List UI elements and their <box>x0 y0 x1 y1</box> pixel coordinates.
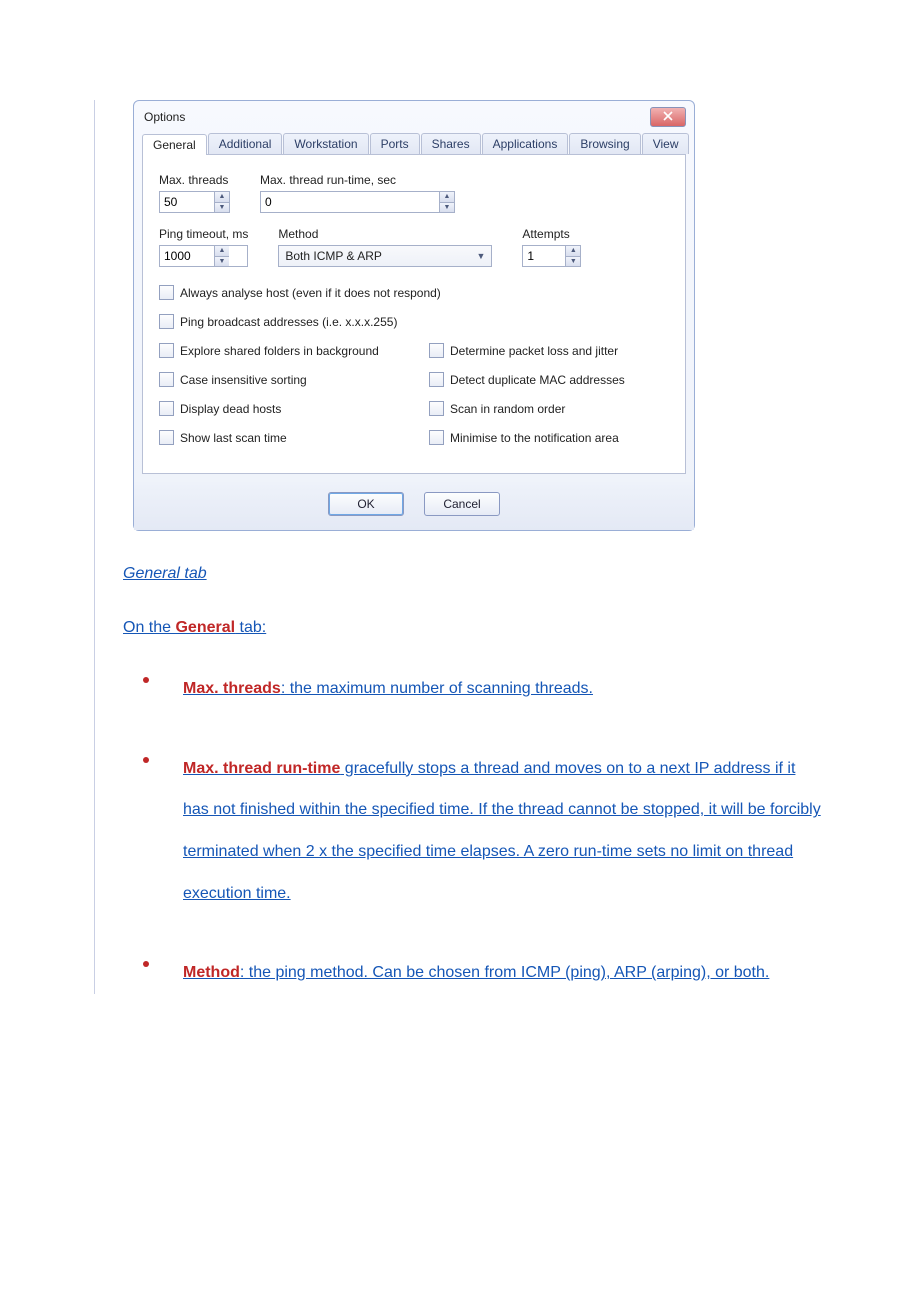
spin-down-icon[interactable]: ▼ <box>215 257 229 267</box>
method-dropdown[interactable]: Both ICMP & ARP ▼ <box>278 245 492 267</box>
checkbox-icon <box>429 430 444 445</box>
spin-up-icon[interactable]: ▲ <box>215 192 229 203</box>
max-runtime-input[interactable] <box>261 192 439 212</box>
list-item: Method: the ping method. Can be chosen f… <box>123 952 823 994</box>
spin-down-icon[interactable]: ▼ <box>566 257 580 267</box>
check-label: Determine packet loss and jitter <box>450 344 618 358</box>
checkbox-icon <box>159 314 174 329</box>
check-show-last-scan[interactable]: Show last scan time <box>159 430 389 445</box>
ping-timeout-label: Ping timeout, ms <box>159 227 248 241</box>
item-rest: : the maximum number of scanning threads… <box>281 680 593 697</box>
check-label: Always analyse host (even if it does not… <box>180 286 441 300</box>
ping-timeout-input[interactable] <box>160 246 214 266</box>
item-list: Max. threads: the maximum number of scan… <box>123 668 823 994</box>
tab-applications[interactable]: Applications <box>482 133 569 154</box>
item-term: Max. threads <box>183 680 281 697</box>
check-ping-broadcast[interactable]: Ping broadcast addresses (i.e. x.x.x.255… <box>159 314 397 329</box>
intro-line: On the General tab: <box>123 615 823 641</box>
options-dialog: Options General Additional Workstation P… <box>133 100 695 531</box>
max-threads-label: Max. threads <box>159 173 230 187</box>
tabs-row: General Additional Workstation Ports Sha… <box>134 127 694 154</box>
check-minimise-tray[interactable]: Minimise to the notification area <box>429 430 659 445</box>
tab-additional[interactable]: Additional <box>208 133 283 154</box>
figure-caption: General tab <box>123 561 823 587</box>
item-rest: : the ping method. Can be chosen from IC… <box>240 964 769 981</box>
tab-general[interactable]: General <box>142 134 207 155</box>
ping-timeout-spinner[interactable]: ▲ ▼ <box>159 245 248 267</box>
max-runtime-spinner[interactable]: ▲ ▼ <box>260 191 455 213</box>
max-threads-input[interactable] <box>160 192 214 212</box>
spin-up-icon[interactable]: ▲ <box>440 192 454 203</box>
check-label: Case insensitive sorting <box>180 373 307 387</box>
check-label: Explore shared folders in background <box>180 344 379 358</box>
check-case-insensitive[interactable]: Case insensitive sorting <box>159 372 389 387</box>
item-term: Max. thread run-time <box>183 760 340 777</box>
titlebar: Options <box>134 101 694 127</box>
attempts-label: Attempts <box>522 227 581 241</box>
check-label: Detect duplicate MAC addresses <box>450 373 625 387</box>
spin-up-icon[interactable]: ▲ <box>566 246 580 257</box>
spin-down-icon[interactable]: ▼ <box>215 203 229 213</box>
dialog-buttons: OK Cancel <box>134 482 694 530</box>
chevron-down-icon: ▼ <box>476 251 485 261</box>
item-rest: gracefully stops a thread and moves on t… <box>183 760 821 902</box>
checkbox-icon <box>159 343 174 358</box>
tab-browsing[interactable]: Browsing <box>569 133 640 154</box>
checkbox-icon <box>159 430 174 445</box>
method-value: Both ICMP & ARP <box>285 249 382 263</box>
check-packet-loss[interactable]: Determine packet loss and jitter <box>429 343 659 358</box>
check-label: Show last scan time <box>180 431 287 445</box>
check-label: Ping broadcast addresses (i.e. x.x.x.255… <box>180 315 397 329</box>
list-item: Max. thread run-time gracefully stops a … <box>123 748 823 914</box>
tab-shares[interactable]: Shares <box>421 133 481 154</box>
checkbox-icon <box>429 343 444 358</box>
max-runtime-label: Max. thread run-time, sec <box>260 173 455 187</box>
check-detect-dup-mac[interactable]: Detect duplicate MAC addresses <box>429 372 659 387</box>
tab-view[interactable]: View <box>642 133 690 154</box>
article: General tab On the General tab: Max. thr… <box>123 561 823 994</box>
tab-ports[interactable]: Ports <box>370 133 420 154</box>
check-label: Display dead hosts <box>180 402 281 416</box>
dialog-title: Options <box>144 110 185 124</box>
check-explore-shared[interactable]: Explore shared folders in background <box>159 343 389 358</box>
check-label: Minimise to the notification area <box>450 431 619 445</box>
cancel-button[interactable]: Cancel <box>424 492 500 516</box>
attempts-spinner[interactable]: ▲ ▼ <box>522 245 581 267</box>
intro-prefix: On the <box>123 619 175 636</box>
checkbox-icon <box>429 372 444 387</box>
check-label: Scan in random order <box>450 402 565 416</box>
check-display-dead[interactable]: Display dead hosts <box>159 401 389 416</box>
close-icon <box>663 110 673 124</box>
check-scan-random[interactable]: Scan in random order <box>429 401 659 416</box>
checkbox-icon <box>159 401 174 416</box>
spin-up-icon[interactable]: ▲ <box>215 246 229 257</box>
intro-suffix: tab: <box>235 619 266 636</box>
checkbox-icon <box>159 372 174 387</box>
method-label: Method <box>278 227 492 241</box>
intro-bold: General <box>175 619 235 636</box>
ok-button[interactable]: OK <box>328 492 404 516</box>
item-term: Method <box>183 964 240 981</box>
max-threads-spinner[interactable]: ▲ ▼ <box>159 191 230 213</box>
tab-body: Max. threads ▲ ▼ Max. thread run-time, s… <box>142 154 686 474</box>
checkbox-icon <box>159 285 174 300</box>
check-always-analyse[interactable]: Always analyse host (even if it does not… <box>159 285 441 300</box>
checkbox-icon <box>429 401 444 416</box>
list-item: Max. threads: the maximum number of scan… <box>123 668 823 710</box>
spin-down-icon[interactable]: ▼ <box>440 203 454 213</box>
attempts-input[interactable] <box>523 246 565 266</box>
close-button[interactable] <box>650 107 686 127</box>
tab-workstation[interactable]: Workstation <box>283 133 368 154</box>
